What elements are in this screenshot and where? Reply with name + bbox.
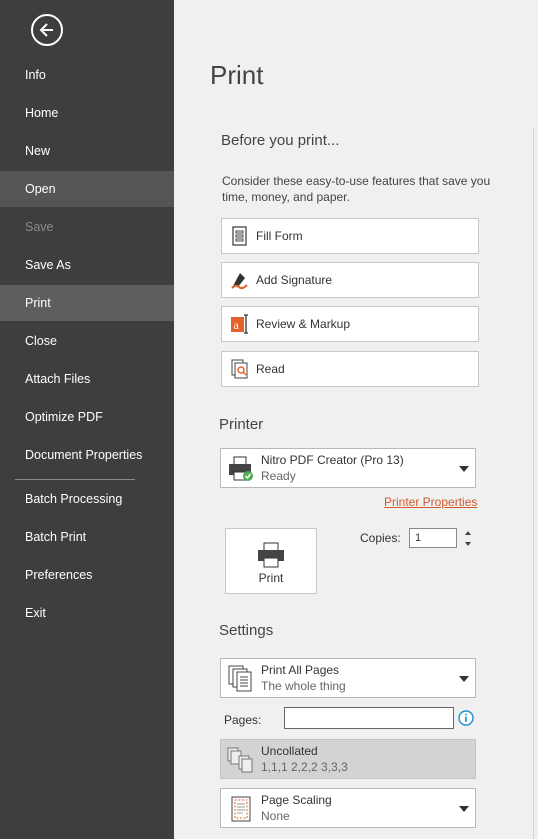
nav-preferences[interactable]: Preferences <box>0 557 174 593</box>
page-title: Print <box>210 60 264 90</box>
add-signature-label: Add Signature <box>256 273 333 287</box>
nav-batch-processing[interactable]: Batch Processing <box>0 481 174 517</box>
nav-open[interactable]: Open <box>0 171 174 207</box>
read-button[interactable]: Read <box>221 351 479 387</box>
chevron-down-icon <box>459 676 469 682</box>
spin-up-icon[interactable] <box>465 531 471 535</box>
page-scaling-icon <box>231 796 251 822</box>
printer-properties-link[interactable]: Printer Properties <box>384 495 477 509</box>
fill-form-label: Fill Form <box>256 229 303 243</box>
before-you-print-heading: Before you print... <box>221 132 340 149</box>
read-label: Read <box>256 362 285 376</box>
page-scaling-select[interactable]: Page Scaling None <box>220 788 476 828</box>
nav-optimize-pdf[interactable]: Optimize PDF <box>0 399 174 435</box>
spin-down-icon[interactable] <box>465 542 471 546</box>
copies-input[interactable] <box>409 528 457 548</box>
print-button[interactable]: Print <box>225 528 317 594</box>
review-markup-icon: a <box>231 314 248 334</box>
printer-icon <box>258 542 284 568</box>
back-button[interactable] <box>31 14 63 46</box>
sidebar-divider <box>15 479 135 480</box>
backstage-sidebar: Info Home New Open Save Save As Print Cl… <box>0 0 174 839</box>
fill-form-icon <box>232 226 247 246</box>
nav-save-as[interactable]: Save As <box>0 247 174 283</box>
nav-document-properties[interactable]: Document Properties <box>0 437 174 473</box>
review-markup-label: Review & Markup <box>256 317 351 331</box>
printer-ready-icon <box>229 456 253 481</box>
settings-heading: Settings <box>219 622 274 639</box>
uncollated-icon <box>227 747 253 773</box>
print-button-label: Print <box>258 571 284 585</box>
nav-batch-print[interactable]: Batch Print <box>0 519 174 555</box>
nav-close[interactable]: Close <box>0 323 174 359</box>
chevron-down-icon <box>459 806 469 812</box>
nav-print[interactable]: Print <box>0 285 174 321</box>
fill-form-button[interactable]: Fill Form <box>221 218 479 254</box>
before-you-print-description: Consider these easy-to-use features that… <box>222 174 491 204</box>
page-range-title: Print All Pages <box>261 663 340 677</box>
printer-select[interactable]: Nitro PDF Creator (Pro 13) Ready <box>220 448 476 488</box>
pages-stack-icon <box>228 665 252 692</box>
pages-input[interactable] <box>284 707 454 729</box>
copies-label: Copies: <box>360 531 401 545</box>
page-range-subtitle: The whole thing <box>261 679 346 693</box>
add-signature-button[interactable]: Add Signature <box>221 262 479 298</box>
page-scaling-subtitle: None <box>261 809 290 823</box>
svg-text:a: a <box>234 318 240 332</box>
page-range-select[interactable]: Print All Pages The whole thing <box>220 658 476 698</box>
printer-name: Nitro PDF Creator (Pro 13) <box>261 453 404 467</box>
collation-select: Uncollated 1,1,1 2,2,2 3,3,3 <box>220 739 476 779</box>
collation-title: Uncollated <box>261 744 318 758</box>
nav-info[interactable]: Info <box>0 57 174 93</box>
arrow-left-icon <box>39 23 53 37</box>
signature-pen-icon <box>231 273 248 290</box>
nav-save[interactable]: Save <box>0 209 174 245</box>
info-icon[interactable] <box>458 710 474 726</box>
review-markup-button[interactable]: a Review & Markup <box>221 306 479 342</box>
read-icon <box>231 359 248 379</box>
chevron-down-icon <box>459 466 469 472</box>
page-scaling-title: Page Scaling <box>261 793 332 807</box>
nav-exit[interactable]: Exit <box>0 595 174 631</box>
nav-home[interactable]: Home <box>0 95 174 131</box>
pages-label: Pages: <box>224 713 262 727</box>
nav-attach-files[interactable]: Attach Files <box>0 361 174 397</box>
printer-heading: Printer <box>219 416 264 433</box>
collation-subtitle: 1,1,1 2,2,2 3,3,3 <box>261 760 348 774</box>
printer-status: Ready <box>261 469 296 483</box>
nav-new[interactable]: New <box>0 133 174 169</box>
